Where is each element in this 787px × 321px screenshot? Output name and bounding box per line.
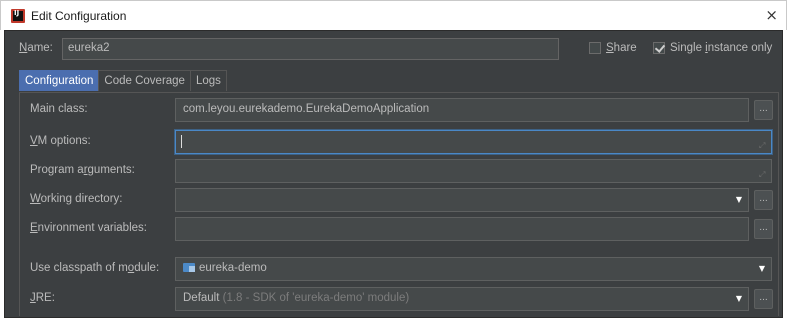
title-bar: IJ Edit Configuration × — [0, 0, 787, 30]
jre-dropdown-icon[interactable]: ▼ — [730, 287, 748, 311]
share-checkbox[interactable] — [589, 42, 601, 54]
name-row: Name: eureka2 Share Single instance only — [5, 38, 784, 60]
single-instance-label: Single instance only — [670, 42, 773, 54]
text-caret — [181, 135, 182, 148]
name-label: Name: — [19, 42, 53, 54]
tab-configuration[interactable]: Configuration — [19, 70, 100, 91]
classpath-module-select[interactable]: eureka-demo — [175, 257, 772, 281]
tab-bar: Configuration Code Coverage Logs — [19, 70, 227, 92]
intellij-app-icon: IJ — [11, 8, 25, 23]
working-directory-field[interactable] — [175, 188, 749, 212]
window-title: Edit Configuration — [31, 8, 127, 23]
jre-row: JRE: Default (1.8 - SDK of 'eureka-demo'… — [20, 287, 780, 311]
tab-logs[interactable]: Logs — [189, 70, 227, 91]
share-checkbox-group[interactable]: Share — [589, 42, 637, 54]
expand-icon[interactable]: ⤢ — [759, 171, 767, 179]
name-input[interactable]: eureka2 — [62, 38, 559, 60]
jre-label: JRE: — [30, 292, 55, 304]
program-arguments-field[interactable]: ⤢ — [175, 159, 772, 183]
working-directory-row: Working directory: ▼ ... — [20, 188, 780, 212]
share-label: Share — [606, 42, 637, 54]
jre-browse-button[interactable]: ... — [754, 289, 773, 309]
classpath-module-label: Use classpath of module: — [30, 262, 160, 274]
vm-options-row: VM options: ⤢ — [20, 130, 780, 154]
close-icon[interactable]: × — [765, 6, 778, 24]
environment-variables-browse-button[interactable]: ... — [754, 219, 773, 239]
module-folder-icon — [183, 262, 195, 272]
main-class-label: Main class: — [30, 103, 88, 115]
working-directory-dropdown-icon[interactable]: ▼ — [730, 188, 748, 212]
environment-variables-label: Environment variables: — [30, 222, 147, 234]
working-directory-label: Working directory: — [30, 193, 123, 205]
main-class-row: Main class: com.leyou.eurekademo.EurekaD… — [20, 98, 780, 122]
main-class-browse-button[interactable]: ... — [754, 100, 773, 120]
single-instance-checkbox[interactable] — [653, 42, 665, 54]
jre-select[interactable]: Default (1.8 - SDK of 'eureka-demo' modu… — [175, 287, 749, 311]
main-class-field[interactable]: com.leyou.eurekademo.EurekaDemoApplicati… — [175, 98, 749, 122]
classpath-module-dropdown-icon[interactable]: ▼ — [753, 257, 771, 281]
program-arguments-row: Program arguments: ⤢ — [20, 159, 780, 183]
expand-icon[interactable]: ⤢ — [759, 142, 767, 150]
working-directory-browse-button[interactable]: ... — [754, 190, 773, 210]
configuration-panel: Main class: com.leyou.eurekademo.EurekaD… — [19, 92, 779, 316]
classpath-module-row: Use classpath of module: eureka-demo ▼ — [20, 257, 780, 281]
environment-variables-field[interactable] — [175, 217, 749, 241]
vm-options-field[interactable]: ⤢ — [175, 130, 772, 154]
tab-code-coverage[interactable]: Code Coverage — [98, 70, 191, 91]
vm-options-label: VM options: — [30, 135, 91, 147]
environment-variables-row: Environment variables: ... — [20, 217, 780, 241]
single-instance-checkbox-group[interactable]: Single instance only — [653, 42, 772, 54]
program-arguments-label: Program arguments: — [30, 164, 135, 176]
edit-configuration-dialog: Name: eureka2 Share Single instance only… — [4, 30, 783, 318]
